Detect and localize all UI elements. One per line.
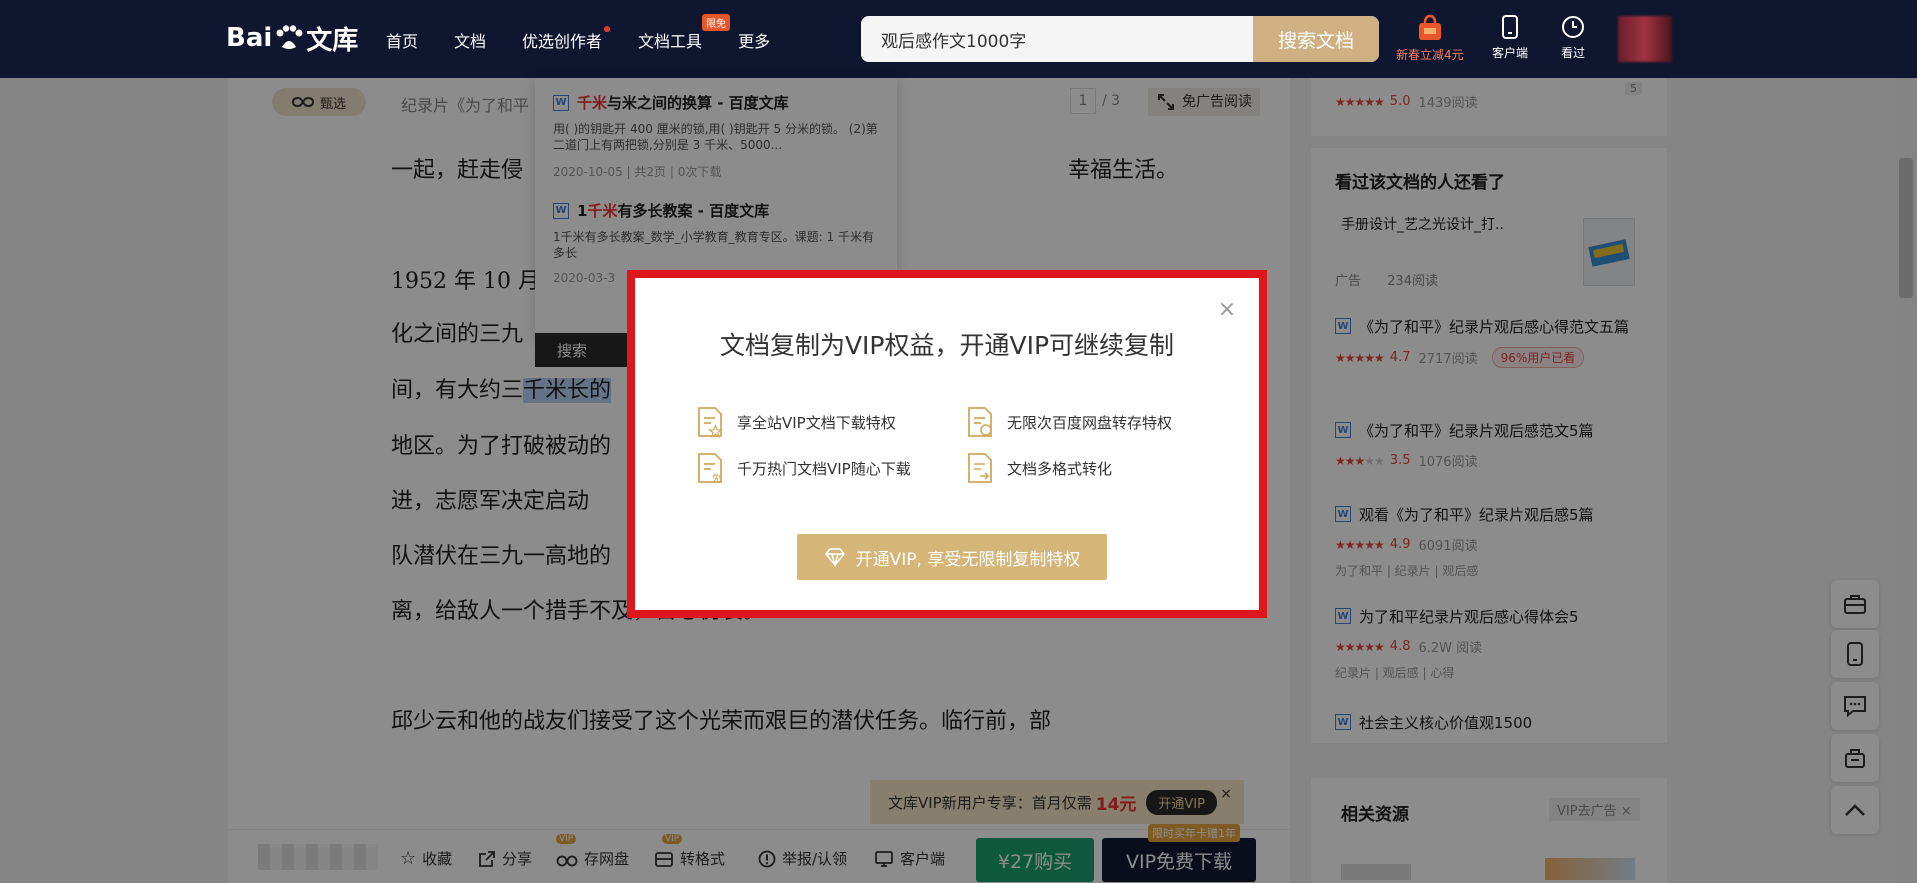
feature-label: 无限次百度网盘转存特权 [1007, 413, 1173, 432]
feature-label: 千万热门文档VIP随心下载 [737, 459, 911, 478]
doc-convert-icon [968, 453, 992, 483]
doc-star-icon [698, 407, 724, 438]
logo-text: Bai [226, 23, 273, 53]
top-navbar: Bai 文库 首页 文档 优选创作者 文档工具限免 更多 搜索文档 新春立减4元… [0, 0, 1917, 78]
nav-creators-label: 优选创作者 [522, 32, 603, 51]
feature-label: 享全站VIP文档下载特权 [737, 413, 896, 432]
search-box: 搜索文档 [861, 16, 1379, 62]
doc-sync-icon [968, 407, 992, 437]
vip-copy-modal: 文档复制为VIP权益，开通VIP可继续复制 × 享全站VIP文档下载特权 无限次… [627, 270, 1267, 618]
free-badge: 限免 [702, 14, 731, 31]
vip-feature: 文档多格式转化 [965, 452, 1112, 484]
open-vip-label: 开通VIP, 享受无限制复制特权 [855, 549, 1081, 570]
history-entry[interactable]: 看过 [1560, 14, 1586, 61]
nav-home[interactable]: 首页 [386, 28, 418, 52]
notification-dot [604, 26, 611, 32]
avatar[interactable] [1618, 16, 1672, 62]
gift-bag-icon [1418, 14, 1441, 40]
main-nav: 首页 文档 优选创作者 文档工具 限免 更多 [386, 14, 806, 52]
diamond-icon [824, 548, 845, 567]
vip-feature: 无限次百度网盘转存特权 [965, 406, 1172, 438]
client-entry[interactable]: 客户端 [1492, 14, 1528, 61]
clock-icon [1562, 16, 1584, 38]
phone-icon [1502, 15, 1518, 39]
modal-title: 文档复制为VIP权益，开通VIP可继续复制 [719, 331, 1175, 360]
feature-label: 文档多格式转化 [1007, 459, 1113, 478]
vip-feature: 免 千万热门文档VIP随心下载 [695, 452, 911, 484]
nav-docs[interactable]: 文档 [454, 28, 486, 52]
nav-creators[interactable]: 优选创作者 [522, 26, 611, 52]
logo-text-wenku: 文库 [306, 25, 359, 56]
nav-tools-label: 文档工具 [638, 32, 703, 51]
close-icon[interactable]: × [1215, 298, 1239, 322]
promo-label: 新春立减4元 [1396, 48, 1464, 62]
doc-free-icon: 免 [698, 453, 722, 484]
vip-feature: 享全站VIP文档下载特权 [695, 406, 896, 438]
promo-entry[interactable]: 新春立减4元 [1396, 14, 1464, 63]
search-input[interactable] [861, 16, 1253, 62]
svg-text:免: 免 [712, 472, 721, 484]
paw-icon [276, 25, 303, 49]
history-label: 看过 [1560, 46, 1585, 60]
nav-tools[interactable]: 文档工具 限免 [638, 14, 731, 52]
baidu-wenku-logo[interactable]: Bai 文库 [226, 20, 358, 56]
search-button[interactable]: 搜索文档 [1253, 16, 1379, 62]
nav-more[interactable]: 更多 [738, 28, 770, 52]
open-vip-button[interactable]: 开通VIP, 享受无限制复制特权 [797, 534, 1107, 580]
client-label: 客户端 [1492, 46, 1529, 60]
